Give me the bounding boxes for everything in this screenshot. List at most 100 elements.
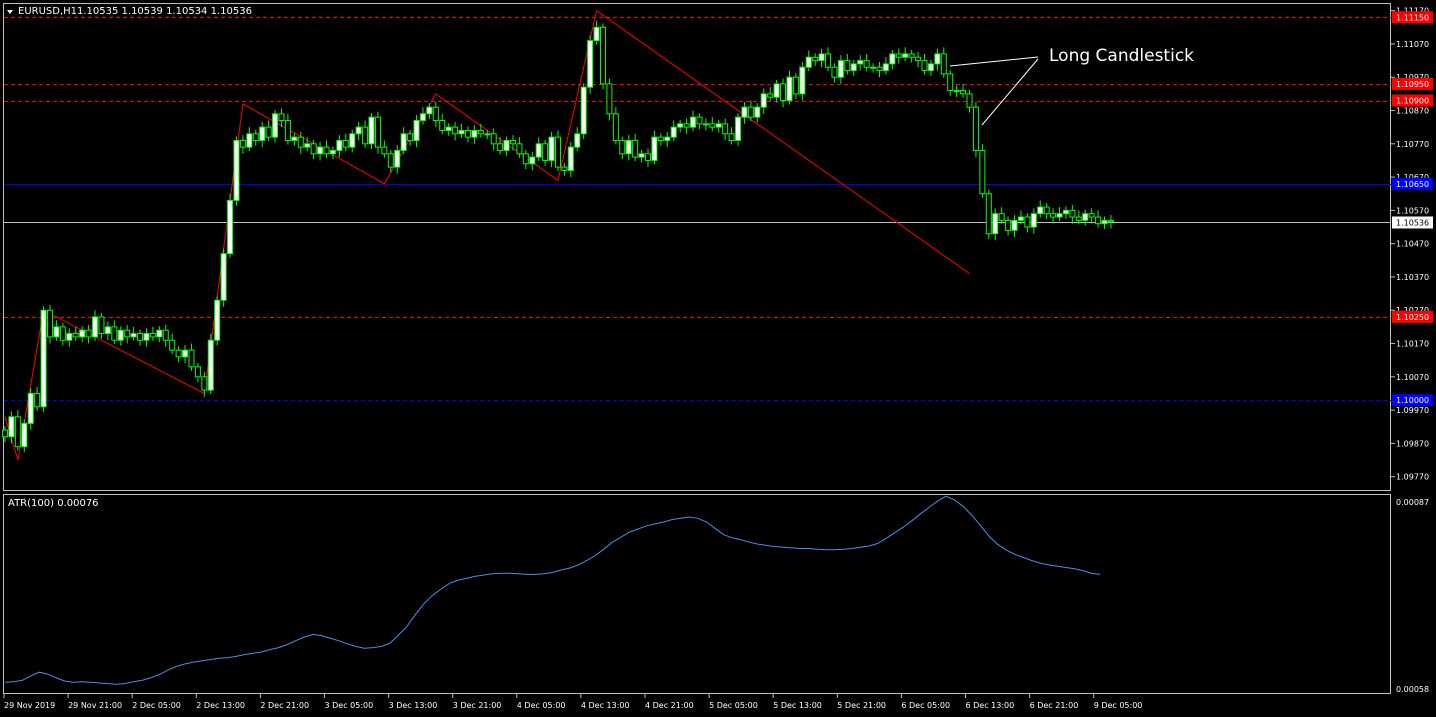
candle-body (960, 90, 967, 95)
candle-body (98, 316, 105, 335)
candle-body (722, 123, 729, 135)
candle-body (773, 83, 780, 98)
candle-body (1050, 213, 1057, 218)
candle-body (2, 429, 8, 438)
candle (580, 83, 587, 140)
candle-body (85, 329, 92, 338)
candle-body (323, 146, 330, 155)
candle-body (567, 146, 574, 171)
candle-body (207, 339, 214, 391)
price-tick-label: 1.09770 (1396, 473, 1429, 482)
candle-body (934, 53, 941, 65)
price-tick-label: 1.10170 (1396, 340, 1429, 349)
candle-body (529, 156, 536, 165)
time-axis[interactable]: 29 Nov 2019 29 Nov 21:00 2 Dec 05:00 2 Dec … (3, 694, 1142, 710)
candle-body (638, 153, 645, 158)
level-tag-label: 1.10250 (1396, 313, 1429, 322)
candle (972, 101, 979, 158)
candle-body (342, 139, 349, 148)
candle-body (1062, 209, 1069, 215)
time-tick-label: 4 Dec 05:00 (517, 701, 566, 710)
candle-body (735, 116, 742, 141)
candle-body (284, 120, 291, 141)
candle-body (542, 143, 549, 161)
main-chart-pane[interactable] (3, 3, 1391, 491)
candle-body (458, 129, 465, 135)
candle-body (137, 333, 144, 341)
candle-body (580, 86, 587, 135)
candle-body (837, 60, 844, 78)
price-tick-label: 1.10070 (1396, 373, 1429, 382)
candle-body (683, 123, 690, 128)
time-tick-label: 3 Dec 05:00 (325, 701, 374, 710)
price-axis[interactable]: 1.111701.110701.109701.108701.107701.106… (1391, 7, 1433, 694)
candle-body (497, 143, 504, 151)
candle-body (445, 126, 452, 131)
candle-body (329, 149, 336, 155)
candle-body (780, 83, 787, 102)
candle-body (1095, 216, 1102, 225)
candle-body (715, 123, 722, 128)
level-price-tag: 1.10000 (1392, 394, 1433, 407)
candle-body (169, 339, 176, 351)
price-tick-label: 1.09870 (1396, 439, 1429, 448)
candle (214, 296, 221, 346)
candle-body (239, 139, 246, 148)
candle-body (895, 53, 902, 58)
time-tick-label: 2 Dec 13:00 (196, 701, 245, 710)
candle-body (548, 136, 555, 161)
candle-body (374, 116, 381, 148)
candle-body (831, 66, 838, 78)
candle-body (850, 63, 857, 72)
candle-body (741, 106, 748, 118)
time-tick-label: 5 Dec 21:00 (837, 701, 886, 710)
candle-body (432, 106, 439, 122)
candle-body (439, 120, 446, 131)
time-tick-label: 29 Nov 2019 (4, 701, 55, 710)
candle-body (317, 146, 324, 155)
candle (227, 193, 234, 258)
candle-body (844, 60, 851, 72)
time-tick-label: 5 Dec 05:00 (709, 701, 758, 710)
symbol-label: EURUSD,H1 (18, 6, 77, 17)
indicator-pane[interactable] (3, 494, 1391, 694)
candle-body (940, 53, 947, 75)
candle-body (651, 136, 658, 161)
price-tick-label: 1.10570 (1396, 206, 1429, 215)
candle-body (619, 139, 626, 155)
candle (40, 306, 47, 413)
price-tick-label: 1.10870 (1396, 107, 1429, 116)
candle (27, 388, 34, 431)
time-tick-label: 4 Dec 21:00 (645, 701, 694, 710)
candle-body (625, 139, 632, 155)
atr-label: ATR(100) 0.00076 (8, 498, 99, 509)
candle-body (509, 139, 516, 145)
candle-body (227, 199, 234, 255)
level-price-tag: 1.10650 (1392, 177, 1433, 190)
time-tick-label: 5 Dec 13:00 (773, 701, 822, 710)
candle-body (265, 126, 272, 138)
candle-body (1075, 216, 1082, 221)
candle-body (246, 133, 253, 148)
candle (735, 113, 742, 146)
candle-body (857, 60, 864, 65)
candle-body (272, 113, 279, 138)
candle-body (1107, 219, 1114, 223)
candle (606, 78, 613, 121)
candle-body (632, 139, 639, 158)
time-tick-label: 2 Dec 05:00 (132, 701, 181, 710)
candle-body (1069, 209, 1076, 218)
price-tick-label: 1.10470 (1396, 240, 1429, 249)
candle-body (79, 329, 86, 338)
candle-body (503, 139, 510, 151)
atr-axis-top: 0.00087 (1396, 498, 1429, 507)
candle-body (992, 213, 999, 235)
candle-body (747, 106, 754, 118)
candle-body (516, 143, 523, 155)
chart-window[interactable]: 1.111701.110701.109701.108701.107701.106… (0, 0, 1436, 717)
candle-body (362, 126, 369, 145)
candle-body (1017, 216, 1024, 221)
candle-body (452, 126, 459, 135)
candle-body (915, 56, 922, 62)
level-tag-label: 1.10000 (1396, 396, 1429, 405)
